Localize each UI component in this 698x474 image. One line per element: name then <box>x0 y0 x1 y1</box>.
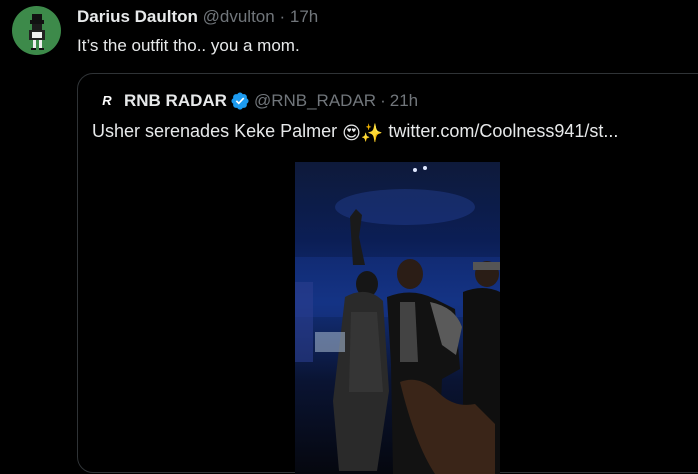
quoted-author-handle[interactable]: @RNB_RADAR <box>254 89 376 113</box>
verified-badge-icon <box>231 92 249 110</box>
quoted-text: Usher serenades Keke Palmer <box>92 121 343 141</box>
rnb-radar-logo-icon[interactable]: R <box>97 91 117 111</box>
avatar[interactable] <box>12 6 61 55</box>
quoted-author-name[interactable]: RNB RADAR <box>124 89 227 113</box>
tweet-text: It’s the outfit tho.. you a mom. <box>77 36 300 55</box>
author-name[interactable]: Darius Daulton <box>77 7 198 26</box>
separator-dot: · <box>279 7 286 26</box>
quoted-tweet-time[interactable]: 21h <box>390 89 418 113</box>
pixel-character-icon <box>29 14 45 50</box>
quoted-link[interactable]: twitter.com/Coolness941/st... <box>383 121 618 141</box>
sparkles-emoji: ✨ <box>360 123 384 143</box>
author-handle[interactable]: @dvulton <box>203 7 275 26</box>
quoted-tweet-header: R RNB RADAR @RNB_RADAR · 21h <box>97 89 418 113</box>
separator-dot: · <box>380 91 386 110</box>
quoted-tweet-text: Usher serenades Keke Palmer 😍✨ twitter.c… <box>92 118 618 146</box>
tweet-header: Darius Daulton @dvulton · 17h <box>77 6 318 28</box>
video-thumbnail[interactable] <box>295 162 500 474</box>
quoted-tweet[interactable]: R RNB RADAR @RNB_RADAR · 21h Usher seren… <box>77 73 698 474</box>
concert-scene-image <box>295 166 500 474</box>
heart-eyes-emoji: 😍 <box>342 123 361 143</box>
tweet-time[interactable]: 17h <box>290 7 318 26</box>
